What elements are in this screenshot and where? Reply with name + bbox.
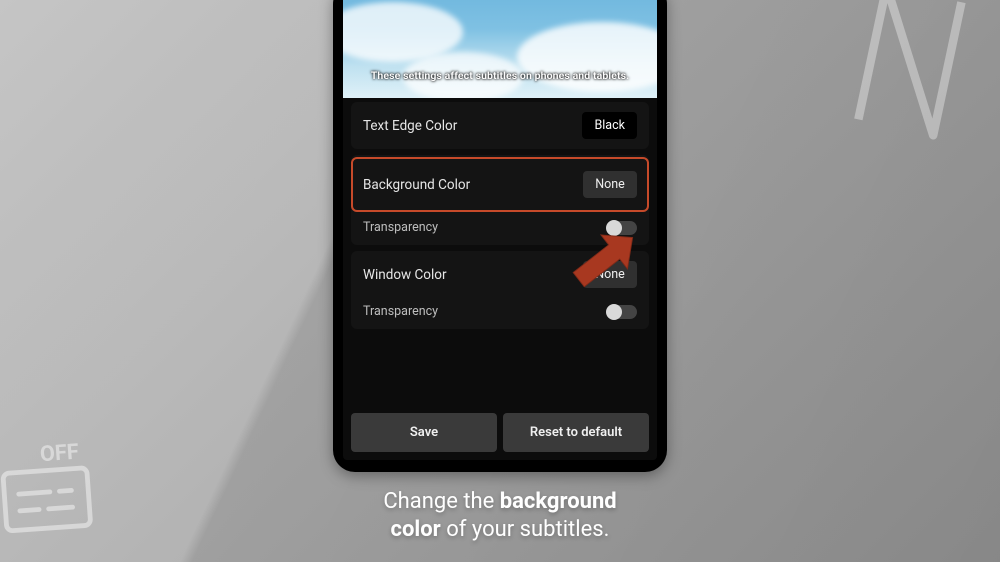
text-edge-color-value[interactable]: Black (582, 112, 637, 139)
subtitle-preview: These settings affect subtitles on phone… (343, 0, 657, 98)
background-color-value[interactable]: None (583, 171, 637, 198)
phone-frame: These settings affect subtitles on phone… (333, 0, 667, 472)
win-transparency-label: Transparency (363, 304, 438, 319)
bg-transparency-toggle[interactable] (607, 221, 637, 235)
window-block: Window Color None Transparency (351, 251, 649, 329)
settings-panel: Text Edge Color Black Background Color N… (343, 98, 657, 460)
text-edge-color-row[interactable]: Text Edge Color Black (351, 102, 649, 149)
text-edge-block: Text Edge Color Black (351, 102, 649, 149)
save-button[interactable]: Save (351, 413, 497, 452)
window-color-value[interactable]: None (583, 261, 637, 288)
decorative-letter-icon (838, 0, 1000, 168)
win-transparency-row[interactable]: Transparency (351, 298, 649, 329)
text-edge-color-label: Text Edge Color (363, 118, 457, 134)
window-color-row[interactable]: Window Color None (351, 251, 649, 298)
phone-screen: These settings affect subtitles on phone… (343, 0, 657, 460)
window-color-label: Window Color (363, 267, 447, 283)
win-transparency-toggle[interactable] (607, 305, 637, 319)
action-buttons: Save Reset to default (351, 413, 649, 452)
caption-text-2: of your subtitles. (441, 517, 610, 542)
bg-transparency-row[interactable]: Transparency (351, 214, 649, 245)
caption-bold-1: background (500, 489, 617, 514)
background-color-row[interactable]: Background Color None (351, 157, 649, 212)
toggle-knob (606, 304, 622, 320)
instruction-caption: Change the background color of your subt… (0, 488, 1000, 544)
caption-text-1: Change the (383, 489, 499, 514)
caption-bold-2: color (391, 517, 441, 542)
background-block: Background Color None Transparency (351, 155, 649, 245)
svg-text:OFF: OFF (39, 440, 79, 468)
background-color-label: Background Color (363, 177, 470, 193)
bg-transparency-label: Transparency (363, 220, 438, 235)
preview-subtitle-text: These settings affect subtitles on phone… (343, 69, 657, 82)
reset-button[interactable]: Reset to default (503, 413, 649, 452)
toggle-knob (606, 220, 622, 236)
